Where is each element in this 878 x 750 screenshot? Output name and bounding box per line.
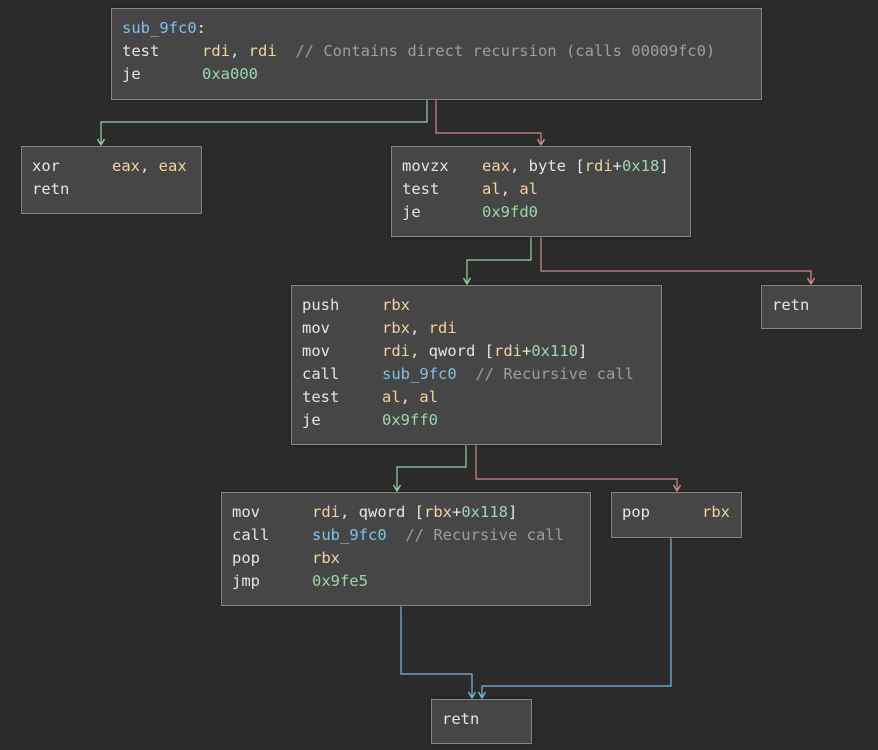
operand-register: rdi	[494, 342, 522, 360]
operand-register: rbx	[702, 503, 730, 521]
instruction-line: movzx eax, byte [rdi+0x18]	[402, 155, 690, 178]
mnemonic: test	[122, 42, 160, 60]
operand-offset: 0x110	[531, 342, 579, 360]
instruction-line: je 0x9fd0	[402, 201, 690, 224]
operand-register: rdi	[248, 42, 277, 60]
mnemonic: xor	[32, 157, 60, 175]
instruction-line: mov rbx, rdi	[302, 317, 661, 340]
function-label[interactable]: sub_9fc0	[122, 19, 197, 37]
instruction-line: test al, al	[402, 178, 690, 201]
instruction-line: pop rbx	[622, 501, 741, 524]
mnemonic: mov	[302, 319, 330, 337]
mnemonic: mov	[232, 503, 260, 521]
operand-offset: 0x18	[622, 157, 660, 175]
instruction-line: retn	[32, 178, 201, 201]
basic-block-check-flag[interactable]: movzx eax, byte [rdi+0x18] test al, al je 0…	[391, 146, 691, 237]
instruction-line: mov rdi, qword [rbx+0x118]	[232, 501, 590, 524]
instruction-line: je 0x9ff0	[302, 409, 661, 432]
mnemonic: je	[122, 65, 141, 83]
operand-register: rbx	[382, 319, 410, 337]
instruction-line: push rbx	[302, 294, 661, 317]
mnemonic: test	[402, 180, 440, 198]
operand-register: eax	[158, 157, 187, 175]
operand-register: eax	[482, 157, 510, 175]
operand-register: eax	[112, 157, 140, 175]
mnemonic: pop	[622, 503, 650, 521]
edge-entry-to-xor	[101, 99, 428, 145]
function-label-line: sub_9fc0:	[122, 19, 206, 37]
basic-block-pop-rbx[interactable]: pop rbx	[611, 492, 742, 538]
edge-movzx-to-retn	[540, 236, 811, 284]
comment: // Recursive call	[456, 365, 634, 383]
jump-target[interactable]: 0x9fe5	[312, 572, 368, 590]
call-target[interactable]: sub_9fc0	[382, 365, 457, 383]
instruction-line: retn	[442, 708, 531, 731]
operand-register: rdi	[382, 342, 410, 360]
basic-block-recurse-left[interactable]: push rbx mov rbx, rdi mov rdi, qword [rdi+0…	[291, 285, 662, 445]
instruction-line: pop rbx	[232, 547, 590, 570]
basic-block-return-final[interactable]: retn	[431, 699, 532, 744]
operand-register: rbx	[382, 296, 410, 314]
mnemonic: pop	[232, 549, 260, 567]
instruction-line: call sub_9fc0 // Recursive call	[232, 524, 590, 547]
operand-register: rdi	[312, 503, 340, 521]
mnemonic: call	[302, 365, 340, 383]
operand-register: rdi	[428, 319, 457, 337]
edge-entry-to-movzx	[435, 99, 541, 145]
edge-mov-to-retn	[400, 605, 472, 698]
edge-push-to-pop	[475, 444, 677, 491]
mnemonic: call	[232, 526, 270, 544]
basic-block-return-zero[interactable]: xor eax, eax retn	[21, 146, 202, 214]
basic-block-entry[interactable]: sub_9fc0: test rdi, rdi // Contains direc…	[111, 8, 762, 100]
operand-register: rdi	[202, 42, 230, 60]
instruction-line: je 0xa000	[122, 63, 761, 86]
instruction-line: retn	[772, 294, 861, 317]
basic-block-return-early[interactable]: retn	[761, 285, 862, 329]
operand-register: al	[519, 180, 539, 198]
mnemonic: retn	[442, 710, 480, 728]
mnemonic: je	[402, 203, 421, 221]
instruction-line: jmp 0x9fe5	[232, 570, 590, 593]
mnemonic: movzx	[402, 157, 449, 175]
instruction-line: call sub_9fc0 // Recursive call	[302, 363, 661, 386]
operand-register: al	[419, 388, 439, 406]
operand-offset: 0x118	[461, 503, 509, 521]
operand-register: rdi	[584, 157, 613, 175]
instruction-line: test rdi, rdi // Contains direct recursio…	[122, 40, 761, 63]
jump-target[interactable]: 0x9fd0	[482, 203, 538, 221]
instruction-line: mov rdi, qword [rdi+0x110]	[302, 340, 661, 363]
operand-register: al	[482, 180, 501, 198]
mnemonic: mov	[302, 342, 330, 360]
jump-target[interactable]: 0xa000	[202, 65, 258, 83]
edge-movzx-to-push	[467, 236, 532, 284]
mnemonic: je	[302, 411, 321, 429]
mnemonic: retn	[32, 180, 70, 198]
operand-register: rbx	[424, 503, 452, 521]
instruction-line: test al, al	[302, 386, 661, 409]
jump-target[interactable]: 0x9ff0	[382, 411, 438, 429]
instruction-line: xor eax, eax	[32, 155, 201, 178]
basic-block-recurse-right[interactable]: mov rdi, qword [rbx+0x118] call sub_9fc0 /…	[221, 492, 591, 606]
mnemonic: retn	[772, 296, 810, 314]
mnemonic: push	[302, 296, 340, 314]
operand-register: al	[382, 388, 401, 406]
edge-push-to-mov	[397, 444, 467, 491]
mnemonic: jmp	[232, 572, 260, 590]
operand-register: rbx	[312, 549, 340, 567]
call-target[interactable]: sub_9fc0	[312, 526, 387, 544]
comment: // Recursive call	[386, 526, 564, 544]
mnemonic: test	[302, 388, 340, 406]
comment: // Contains direct recursion (calls 0000…	[276, 42, 716, 60]
